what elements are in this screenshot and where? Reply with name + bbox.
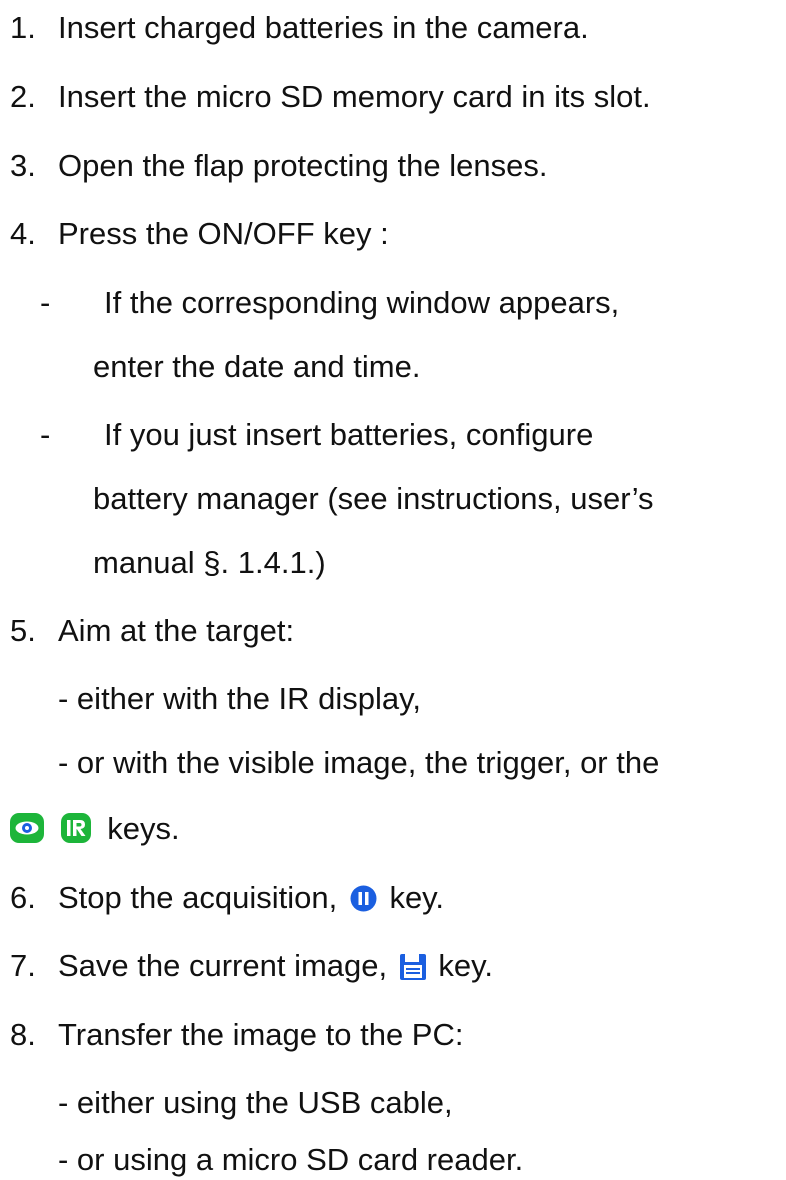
step-1-number: 1. [10, 10, 36, 45]
step-3: 3. Open the flap protecting the lenses. [10, 146, 547, 186]
step-8-number: 8. [10, 1017, 36, 1052]
step-5-keys-text: keys. [107, 811, 180, 846]
step-5-text: Aim at the target: [58, 613, 295, 648]
step-8-sub-b: - or using a micro SD card reader. [58, 1142, 524, 1177]
step-7-text-after: key. [438, 948, 493, 983]
step-7: 7. Save the current image, key. [10, 946, 493, 986]
step-5-sub-b: - or with the visible image, the trigger… [58, 745, 660, 780]
step-8: 8. Transfer the image to the PC: [10, 1015, 463, 1055]
step-6-text-after: key. [389, 880, 444, 915]
step-6-number: 6. [10, 880, 36, 915]
step-4-text: Press the ON/OFF key : [58, 216, 389, 251]
step-5-sub-a: - either with the IR display, [58, 681, 421, 716]
step-2: 2. Insert the micro SD memory card in it… [10, 77, 651, 117]
ir-icon [60, 813, 91, 843]
step-7-number: 7. [10, 948, 36, 983]
step-4-sub-1-line-b: enter the date and time. [93, 349, 421, 384]
step-4: 4. Press the ON/OFF key : [10, 214, 389, 254]
step-6: 6. Stop the acquisition, key. [10, 878, 444, 918]
step-8-sub-a: - either using the USB cable, [58, 1085, 453, 1120]
step-2-number: 2. [10, 79, 36, 114]
step-3-text: Open the flap protecting the lenses. [58, 148, 548, 183]
step-5-sub-c: keys. [10, 809, 180, 849]
step-1-text: Insert charged batteries in the camera. [58, 10, 589, 45]
step-1: 1. Insert charged batteries in the camer… [10, 8, 589, 48]
step-7-text-before: Save the current image, [58, 948, 388, 983]
step-6-text-before: Stop the acquisition, [58, 880, 338, 915]
step-8-text: Transfer the image to the PC: [58, 1017, 464, 1052]
step-4-sub-1-line-a: If the corresponding window appears, [104, 285, 620, 320]
step-5-number: 5. [10, 613, 36, 648]
step-4-sub-1-dash: - [40, 285, 51, 320]
step-5: 5. Aim at the target: [10, 611, 294, 651]
step-4-number: 4. [10, 216, 36, 251]
step-7-content: Save the current image, key. [58, 946, 493, 986]
pause-icon [350, 885, 377, 912]
step-3-number: 3. [10, 148, 36, 183]
save-icon [399, 954, 426, 980]
eye-icon [10, 813, 44, 843]
step-4-sub-2-line-a: If you just insert batteries, configure [104, 417, 594, 452]
instruction-list: 1. Insert charged batteries in the camer… [0, 0, 786, 1177]
step-2-text: Insert the micro SD memory card in its s… [58, 79, 651, 114]
step-4-sub-2-dash: - [40, 417, 51, 452]
step-4-sub-2-line-b: battery manager (see instructions, user’… [93, 481, 654, 516]
step-6-content: Stop the acquisition, key. [58, 878, 444, 918]
step-4-sub-2-line-c: manual §. 1.4.1.) [93, 545, 326, 580]
